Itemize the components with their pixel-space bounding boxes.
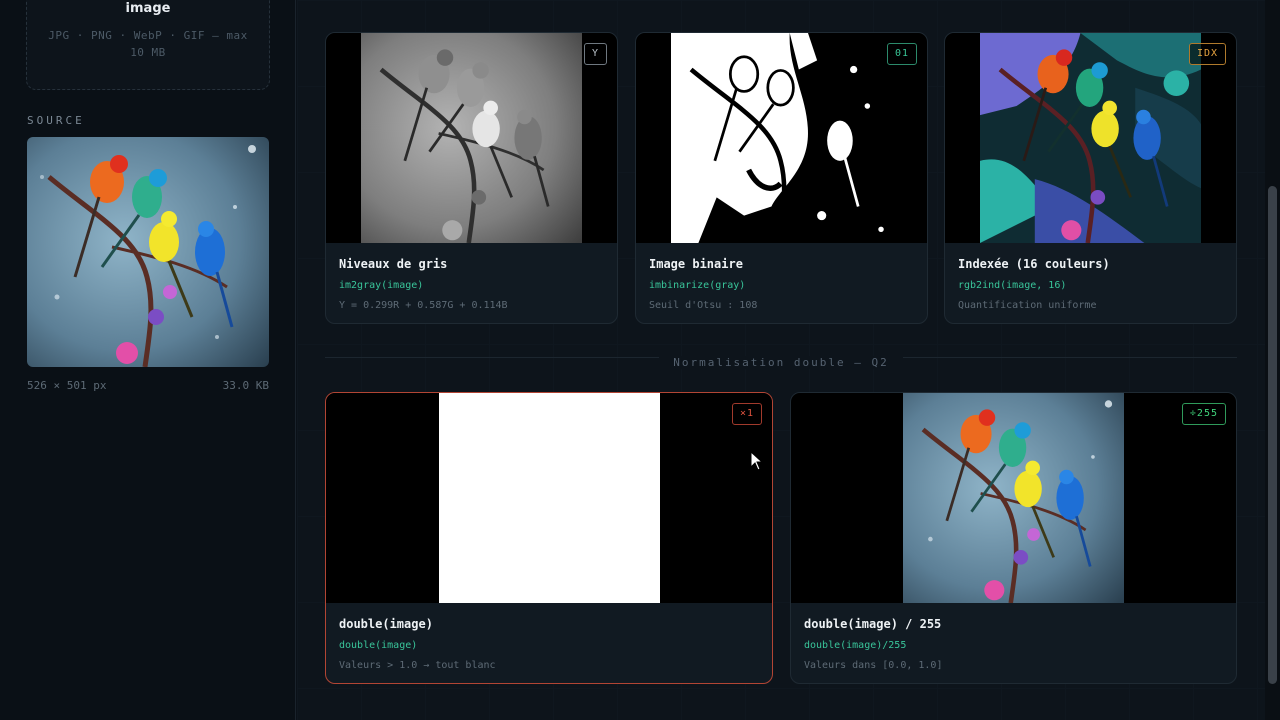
source-file-size: 33.0 KB [222, 379, 269, 392]
card-title: Image binaire [649, 257, 743, 271]
card-body: Indexée (16 couleurs) rgb2ind(image, 16)… [958, 257, 1223, 311]
source-section-label: SOURCE [27, 114, 85, 127]
card-description: Valeurs dans [0.0, 1.0] [804, 660, 943, 671]
card-description: Seuil d'Otsu : 108 [649, 300, 758, 311]
card-code: imbinarize(gray) [649, 280, 746, 291]
grayscale-image [361, 33, 582, 243]
card-title: Niveaux de gris [339, 257, 448, 271]
source-meta: 526 × 501 px 33.0 KB [27, 379, 269, 392]
card-code: im2gray(image) [339, 280, 424, 291]
app-window: image JPG · PNG · WebP · GIF — max 10 MB… [0, 0, 1280, 720]
card-image-area [326, 33, 617, 243]
card-code: double(image)/255 [804, 640, 907, 651]
card-body: Image binaire imbinarize(gray) Seuil d'O… [649, 257, 914, 311]
image-drop-zone[interactable]: image JPG · PNG · WebP · GIF — max 10 MB [26, 0, 270, 90]
results-panel: Y Niveaux de gris im2gray(image) Y = 0.2… [297, 0, 1265, 720]
card-description: Y = 0.299R + 0.587G + 0.114B [339, 300, 508, 311]
card-grayscale[interactable]: Y Niveaux de gris im2gray(image) Y = 0.2… [325, 32, 618, 324]
scrollbar-thumb[interactable] [1268, 186, 1277, 684]
card-description: Quantification uniforme [958, 300, 1097, 311]
card-body: Niveaux de gris im2gray(image) Y = 0.299… [339, 257, 604, 311]
card-title: double(image) / 255 [804, 617, 942, 631]
card-body: double(image) / 255 double(image)/255 Va… [804, 617, 1223, 671]
card-image-area [791, 393, 1236, 603]
source-image-thumbnail[interactable] [27, 137, 269, 367]
binary-image [671, 33, 892, 243]
card-code: rgb2ind(image, 16) [958, 280, 1067, 291]
card-body: double(image) double(image) Valeurs > 1.… [339, 617, 759, 671]
sidebar: image JPG · PNG · WebP · GIF — max 10 MB… [0, 0, 296, 720]
card-double-normalized[interactable]: ÷255 double(image) / 255 double(image)/2… [790, 392, 1237, 684]
card-binary[interactable]: 01 Image binaire imbinarize(gray) Seuil … [635, 32, 928, 324]
card-badge: 01 [886, 43, 917, 65]
mouse-pointer-icon [750, 450, 764, 475]
normalized-birds-image [903, 393, 1124, 603]
drop-zone-title: image [125, 1, 171, 16]
card-badge: ×1 [731, 403, 762, 425]
indexed-image [980, 33, 1201, 243]
card-double[interactable]: ×1 double(image) double(image) Valeurs >… [325, 392, 773, 684]
card-indexed[interactable]: IDX Indexée (16 couleurs) rgb2ind(image,… [944, 32, 1237, 324]
card-image-area [636, 33, 927, 243]
page-scrollbar[interactable] [1265, 0, 1280, 720]
source-birds-image [27, 137, 269, 367]
card-image-area [326, 393, 772, 603]
card-title: double(image) [339, 617, 433, 631]
card-badge: Y [583, 43, 607, 65]
card-badge: ÷255 [1181, 403, 1226, 425]
section-label-text: Normalisation double — Q2 [659, 356, 903, 369]
card-badge: IDX [1188, 43, 1226, 65]
source-dimensions: 526 × 501 px [27, 379, 107, 392]
drop-zone-hint: JPG · PNG · WebP · GIF — max 10 MB [48, 29, 248, 59]
white-image [438, 393, 660, 603]
section-label: Normalisation double — Q2 [297, 351, 1265, 370]
card-title: Indexée (16 couleurs) [958, 257, 1110, 271]
card-description: Valeurs > 1.0 → tout blanc [339, 660, 496, 671]
card-code: double(image) [339, 640, 418, 651]
